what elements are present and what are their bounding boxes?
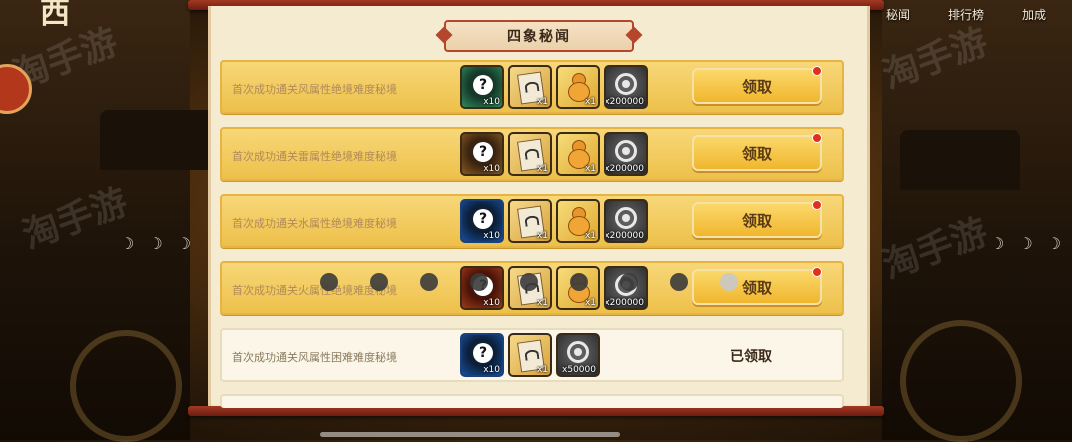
reward-quantity: x200000 <box>604 231 644 241</box>
background-roof <box>100 110 220 170</box>
background-roof <box>900 130 1020 190</box>
page-dot[interactable] <box>520 273 538 291</box>
panel-title-banner: 四象秘闻 <box>435 20 643 52</box>
notification-dot-icon <box>812 267 822 277</box>
nav-secret-news[interactable]: 秘闻 <box>886 6 910 23</box>
notification-dot-icon <box>812 66 822 76</box>
page-dot[interactable] <box>670 273 688 291</box>
home-indicator[interactable] <box>320 432 620 437</box>
page-dot[interactable] <box>420 273 438 291</box>
reward-quantity: x200000 <box>604 97 644 107</box>
panel-title: 四象秘闻 <box>507 29 571 45</box>
reward-quantity: x10 <box>483 365 500 375</box>
reward-quantity: x1 <box>536 298 548 308</box>
coin-icon[interactable]: x200000 <box>604 199 648 243</box>
quest-description: 首次成功通关风属性绝境难度秘境 <box>232 83 397 96</box>
reward-list: ?x10 x1 x1 x200000 <box>460 65 648 109</box>
claim-button[interactable]: 领取 <box>692 66 822 104</box>
nav-leaderboard[interactable]: 排行榜 <box>948 6 984 23</box>
claimed-status: 已领取 <box>730 349 772 365</box>
mystery-orb-icon[interactable]: ?x10 <box>460 333 504 377</box>
quest-row: 首次成功通关风属性困难难度秘境 ? x10 x1 x50000 已领取 <box>220 328 844 382</box>
reward-quantity: x1 <box>584 97 596 107</box>
scroll-icon[interactable]: x1 <box>508 199 552 243</box>
reward-quantity: x1 <box>584 164 596 174</box>
gourd-icon[interactable]: x1 <box>556 65 600 109</box>
page-dot[interactable] <box>470 273 488 291</box>
game-logo: 西 <box>40 0 70 31</box>
background-moon-motif: ☽☽☽ <box>120 234 206 253</box>
quest-row-partial <box>220 394 844 408</box>
claim-button-label: 领取 <box>741 77 772 96</box>
notification-dot-icon <box>812 133 822 143</box>
quest-row: 首次成功通关风属性绝境难度秘境 ? x10 x1 x1 x200000 领取 <box>220 60 844 114</box>
reward-quantity: x10 <box>483 97 500 107</box>
mystery-orb-icon[interactable]: ?x10 <box>460 132 504 176</box>
background-moon-motif: ☽☽☽ <box>990 234 1072 253</box>
scroll-icon[interactable]: x1 <box>508 333 552 377</box>
quest-description: 首次成功通关风属性困难难度秘境 <box>232 351 397 364</box>
claim-button-label: 领取 <box>741 144 772 163</box>
reward-list: ?x10 x1 x1 x200000 <box>460 132 648 176</box>
claim-button-label: 领取 <box>741 211 772 230</box>
notification-dot-icon <box>812 200 822 210</box>
reward-quantity: x1 <box>536 164 548 174</box>
reward-quantity: x200000 <box>604 298 644 308</box>
coin-icon[interactable]: x50000 <box>556 333 600 377</box>
nav-bonus[interactable]: 加成 <box>1022 6 1046 23</box>
page-indicator <box>320 273 738 291</box>
page-dot[interactable] <box>370 273 388 291</box>
mystery-orb-icon[interactable]: ?x10 <box>460 65 504 109</box>
background-ornament <box>70 330 182 442</box>
reward-quantity: x200000 <box>604 164 644 174</box>
claim-button-label: 领取 <box>741 278 772 297</box>
reward-quantity: x1 <box>536 231 548 241</box>
quest-row: 首次成功通关雷属性绝境难度秘境 ? x10 x1 x1 x200000 领取 <box>220 127 844 181</box>
claim-button[interactable]: 领取 <box>692 200 822 238</box>
reward-quantity: x10 <box>483 164 500 174</box>
reward-list: ?x10 x1 x1 x200000 <box>460 199 648 243</box>
reward-quantity: x50000 <box>562 365 596 375</box>
quest-row: 首次成功通关水属性绝境难度秘境 ? x10 x1 x1 x200000 领取 <box>220 194 844 248</box>
coin-icon[interactable]: x200000 <box>604 132 648 176</box>
scroll-icon[interactable]: x1 <box>508 132 552 176</box>
page-dot[interactable] <box>320 273 338 291</box>
reward-quantity: x1 <box>584 231 596 241</box>
claim-button[interactable]: 领取 <box>692 133 822 171</box>
reward-list: ? x10 x1 x50000 <box>460 333 600 377</box>
reward-quantity: x1 <box>536 365 548 375</box>
quest-description: 首次成功通关雷属性绝境难度秘境 <box>232 150 397 163</box>
quest-description: 首次成功通关水属性绝境难度秘境 <box>232 217 397 230</box>
page-dot[interactable] <box>620 273 638 291</box>
reward-quantity: x10 <box>483 231 500 241</box>
gourd-icon[interactable]: x1 <box>556 132 600 176</box>
gourd-icon[interactable]: x1 <box>556 199 600 243</box>
reward-quantity: x1 <box>584 298 596 308</box>
reward-quantity: x1 <box>536 97 548 107</box>
scroll-icon[interactable]: x1 <box>508 65 552 109</box>
page-dot[interactable] <box>570 273 588 291</box>
coin-icon[interactable]: x200000 <box>604 65 648 109</box>
mystery-orb-icon[interactable]: ?x10 <box>460 199 504 243</box>
page-dot-active[interactable] <box>720 273 738 291</box>
reward-quantity: x10 <box>483 298 500 308</box>
background-ornament <box>900 320 1022 442</box>
